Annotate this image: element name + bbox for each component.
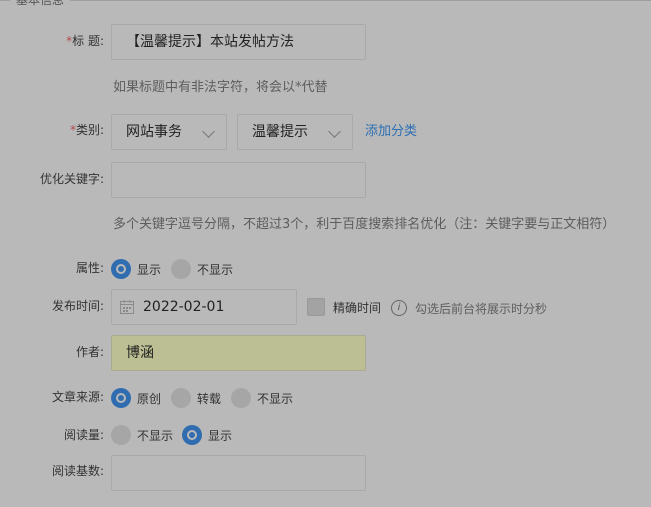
attribute-show-radio[interactable] bbox=[111, 259, 131, 279]
title-hint: 如果标题中有非法字符，将会以*代替 bbox=[113, 80, 328, 95]
source-hide-radio[interactable] bbox=[231, 388, 251, 408]
read-count-show-radio[interactable] bbox=[182, 425, 202, 445]
read-count-label: 阅读量: bbox=[63, 428, 104, 442]
category-select-primary-value: 网站事务 bbox=[126, 124, 182, 140]
category-select-secondary[interactable]: 温馨提示 bbox=[237, 114, 353, 150]
section-divider bbox=[0, 0, 651, 1]
attribute-label: 属性: bbox=[75, 261, 104, 275]
read-count-hide-radio[interactable] bbox=[111, 425, 131, 445]
source-original-radio[interactable] bbox=[111, 388, 131, 408]
chevron-down-icon bbox=[328, 125, 341, 138]
chevron-down-icon bbox=[202, 125, 215, 138]
precise-time-checkbox[interactable] bbox=[307, 298, 325, 316]
source-repost-radio[interactable] bbox=[171, 388, 191, 408]
title-label: *标 题: bbox=[66, 34, 104, 48]
base-read-count-label: 阅读基数: bbox=[51, 464, 104, 478]
section-legend: 基本信息 bbox=[10, 0, 71, 8]
source-repost-label: 转载 bbox=[197, 392, 222, 406]
keywords-label: 优化关键字: bbox=[39, 172, 104, 186]
attribute-hide-radio[interactable] bbox=[171, 259, 191, 279]
info-icon: i bbox=[391, 300, 407, 316]
precise-time-hint: 勾选后前台将展示时分秒 bbox=[415, 302, 548, 316]
source-hide-label: 不显示 bbox=[257, 392, 294, 406]
publish-time-label: 发布时间: bbox=[51, 299, 104, 313]
publish-date-input[interactable]: 2022-02-01 bbox=[111, 289, 297, 325]
title-input[interactable]: 【温馨提示】本站发帖方法 bbox=[111, 24, 366, 60]
author-input[interactable]: 博涵 bbox=[111, 335, 366, 371]
read-count-hide-label: 不显示 bbox=[137, 429, 174, 443]
attribute-show-label: 显示 bbox=[137, 263, 162, 277]
category-select-primary[interactable]: 网站事务 bbox=[111, 114, 227, 150]
publish-date-value: 2022-02-01 bbox=[143, 299, 225, 315]
read-count-show-label: 显示 bbox=[208, 429, 233, 443]
source-original-label: 原创 bbox=[137, 392, 162, 406]
base-read-count-input[interactable] bbox=[111, 455, 366, 491]
keywords-input[interactable] bbox=[111, 162, 366, 198]
source-label: 文章来源: bbox=[51, 390, 104, 404]
attribute-hide-label: 不显示 bbox=[197, 263, 234, 277]
precise-time-label: 精确时间 bbox=[333, 301, 382, 315]
add-category-link[interactable]: 添加分类 bbox=[365, 124, 417, 140]
author-label: 作者: bbox=[75, 345, 104, 359]
calendar-icon bbox=[120, 300, 134, 314]
category-label: *类别: bbox=[69, 123, 104, 137]
keywords-hint: 多个关键字逗号分隔，不超过3个，利于百度搜索排名优化（注：关键字要与正文相符） bbox=[113, 217, 616, 232]
category-select-secondary-value: 温馨提示 bbox=[252, 124, 308, 140]
